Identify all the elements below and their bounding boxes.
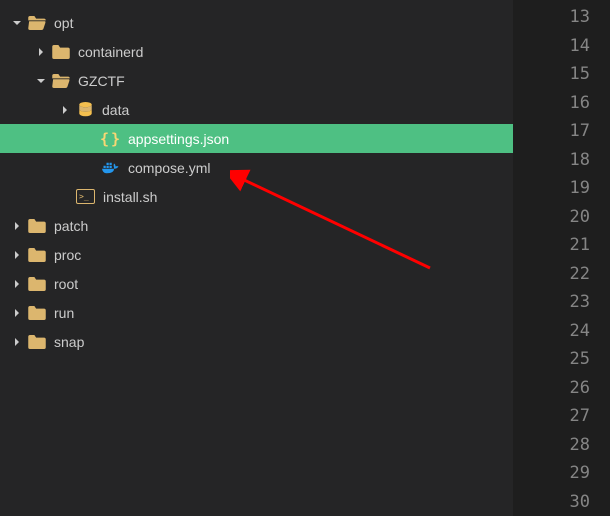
tree-item-label: proc [54,247,81,263]
editor-gutter: 13 14 15 16 17 18 19 20 21 22 23 24 25 2… [518,0,610,516]
folder-icon [28,217,46,235]
folder-icon [28,333,46,351]
chevron-right-icon [10,219,24,233]
line-number: 15 [518,60,610,89]
tree-item-root[interactable]: root [0,269,513,298]
tree-item-label: snap [54,334,84,350]
folder-icon [28,246,46,264]
line-number: 29 [518,459,610,488]
chevron-right-icon [58,103,72,117]
tree-item-data[interactable]: data [0,95,513,124]
line-number: 28 [518,431,610,460]
tree-item-compose[interactable]: compose.yml [0,153,513,182]
chevron-down-icon [34,74,48,88]
chevron-right-icon [10,306,24,320]
tree-item-label: run [54,305,74,321]
file-explorer: opt containerd GZCTF data {} appsettings… [0,0,513,516]
tree-item-label: appsettings.json [128,131,229,147]
line-number: 24 [518,317,610,346]
line-number: 19 [518,174,610,203]
tree-item-containerd[interactable]: containerd [0,37,513,66]
line-number: 16 [518,89,610,118]
tree-item-proc[interactable]: proc [0,240,513,269]
folder-icon [28,275,46,293]
tree-item-gzctf[interactable]: GZCTF [0,66,513,95]
line-number: 22 [518,260,610,289]
line-number: 23 [518,288,610,317]
chevron-right-icon [10,248,24,262]
line-number: 30 [518,488,610,516]
tree-item-label: containerd [78,44,143,60]
line-number: 18 [518,146,610,175]
chevron-right-icon [34,45,48,59]
line-number: 27 [518,402,610,431]
line-number: 14 [518,32,610,61]
folder-open-icon [52,72,70,90]
tree-item-patch[interactable]: patch [0,211,513,240]
tree-item-label: opt [54,15,73,31]
tree-item-label: GZCTF [78,73,125,89]
json-file-icon: {} [102,130,120,148]
line-number: 20 [518,203,610,232]
shell-file-icon: >_ [76,189,95,204]
tree-item-label: root [54,276,78,292]
tree-item-label: install.sh [103,189,157,205]
tree-item-install[interactable]: >_ install.sh [0,182,513,211]
folder-icon [28,304,46,322]
chevron-down-icon [10,16,24,30]
tree-item-run[interactable]: run [0,298,513,327]
chevron-right-icon [10,277,24,291]
tree-item-snap[interactable]: snap [0,327,513,356]
chevron-right-icon [10,335,24,349]
tree-item-label: patch [54,218,88,234]
tree-item-appsettings[interactable]: {} appsettings.json [0,124,513,153]
line-number: 26 [518,374,610,403]
line-number: 17 [518,117,610,146]
line-number: 21 [518,231,610,260]
database-folder-icon [76,101,94,119]
folder-open-icon [28,14,46,32]
tree-item-label: compose.yml [128,160,210,176]
line-number: 13 [518,3,610,32]
tree-item-label: data [102,102,129,118]
tree-item-opt[interactable]: opt [0,8,513,37]
line-number: 25 [518,345,610,374]
docker-file-icon [102,159,120,177]
folder-icon [52,43,70,61]
